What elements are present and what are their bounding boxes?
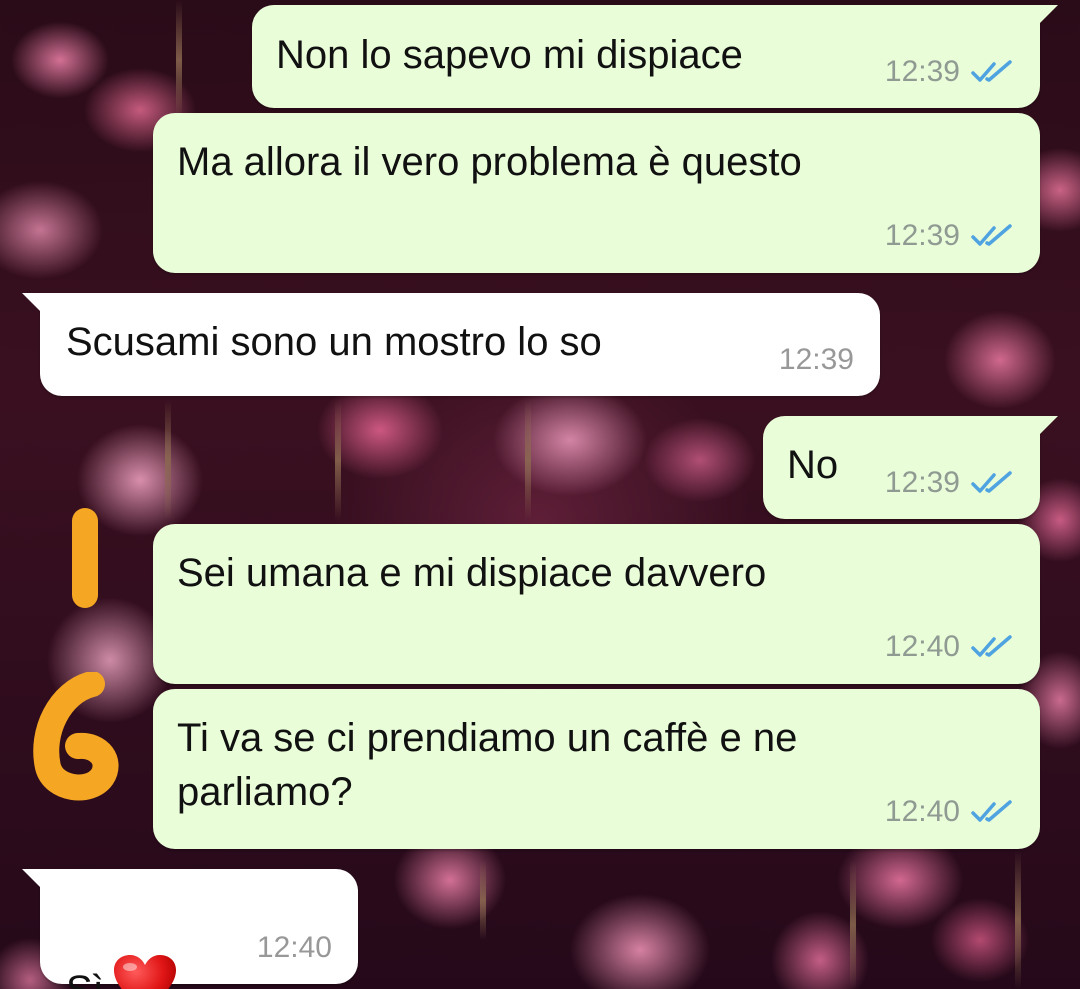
message-text-content: Sì: [66, 968, 104, 989]
message-time: 12:39: [884, 466, 960, 499]
message-time: 12:39: [778, 343, 854, 376]
message-text: Sei umana e mi dispiace davvero: [177, 551, 767, 595]
bubble-tail: [22, 293, 44, 315]
redaction-scribble: [72, 508, 98, 608]
double-check-read-icon: [971, 635, 1012, 657]
message-bubble-outgoing[interactable]: Ti va se ci prendiamo un caffè e ne parl…: [153, 689, 1040, 849]
message-time: 12:39: [884, 219, 960, 252]
red-heart-emoji-icon: [113, 955, 176, 989]
message-text: Ma allora il vero problema è questo: [177, 140, 802, 184]
double-check-read-icon: [971, 800, 1012, 822]
message-text: Non lo sapevo mi dispiace: [276, 33, 743, 77]
message-text: No: [787, 443, 839, 487]
message-bubble-outgoing[interactable]: No 12:39: [763, 416, 1058, 519]
message-meta: 12:39: [779, 343, 854, 377]
message-bubble-incoming[interactable]: Scusami sono un mostro lo so 12:39: [22, 293, 880, 396]
blossom-branch: [165, 400, 171, 520]
message-meta: 12:39: [885, 219, 1014, 253]
blossom-branch: [850, 860, 856, 989]
message-time: 12:40: [884, 795, 960, 828]
message-meta: 12:40: [885, 630, 1014, 664]
message-meta: 12:40: [257, 931, 332, 965]
double-check-read-icon: [971, 471, 1012, 493]
message-bubble-incoming[interactable]: Sì 12:40: [22, 869, 358, 989]
message-bubble-outgoing[interactable]: Ma allora il vero problema è questo 12:3…: [153, 113, 1040, 273]
blossom-branch: [335, 400, 341, 520]
message-time: 12:39: [884, 55, 960, 88]
message-meta: 12:39: [885, 466, 1014, 500]
message-time: 12:40: [256, 931, 332, 964]
message-text: Sì: [66, 899, 178, 989]
double-check-read-icon: [971, 224, 1012, 246]
message-text: Scusami sono un mostro lo so: [66, 320, 602, 364]
bubble-tail: [22, 869, 44, 891]
message-meta: 12:40: [885, 795, 1014, 829]
message-text: Ti va se ci prendiamo un caffè e ne parl…: [177, 716, 798, 814]
bubble-tail: [1036, 416, 1058, 438]
bubble-tail: [1036, 5, 1058, 27]
redaction-scribble: [33, 672, 119, 801]
message-time: 12:40: [884, 630, 960, 663]
message-meta: 12:39: [885, 55, 1014, 89]
message-bubble-outgoing[interactable]: Sei umana e mi dispiace davvero 12:40: [153, 524, 1040, 684]
blossom-branch: [525, 400, 531, 520]
message-bubble-outgoing[interactable]: Non lo sapevo mi dispiace 12:39: [252, 5, 1058, 108]
blossom-branch: [176, 0, 182, 120]
double-check-read-icon: [971, 60, 1012, 82]
blossom-branch: [1015, 850, 1021, 989]
blossom-branch: [480, 860, 486, 940]
